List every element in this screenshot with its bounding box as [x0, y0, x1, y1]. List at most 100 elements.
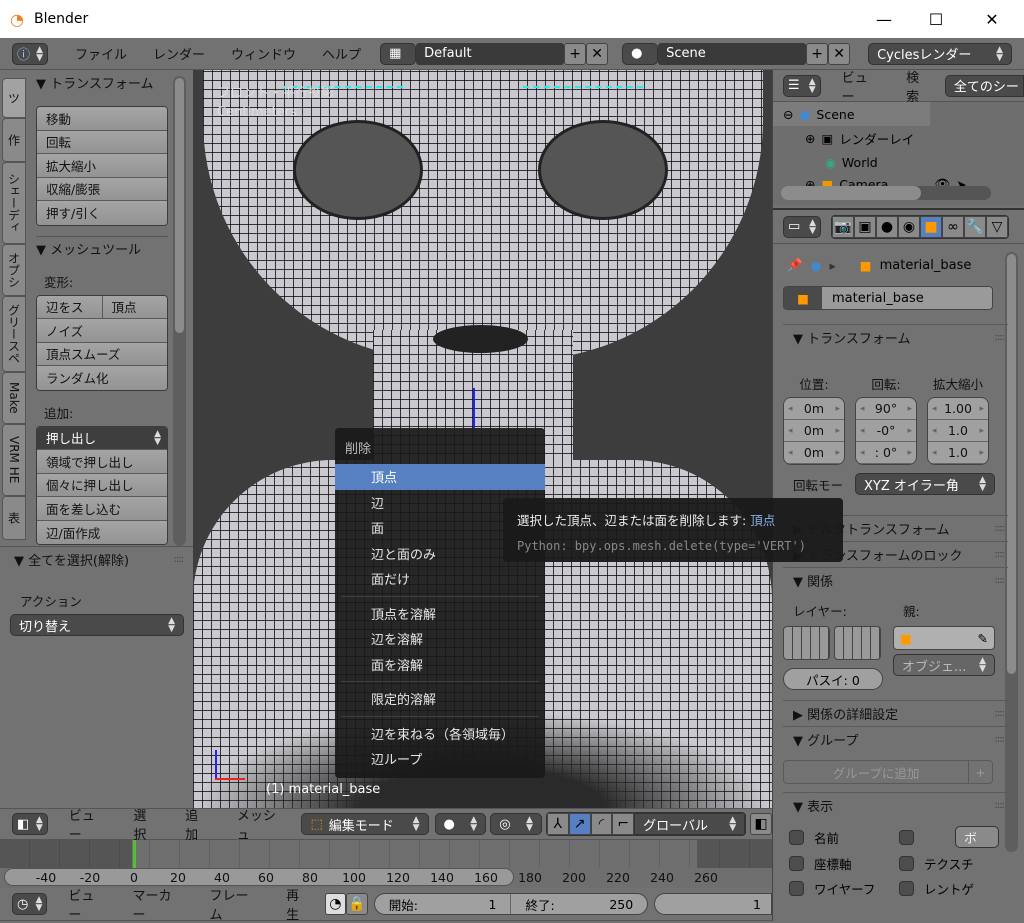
menu-mesh[interactable]: メッシュ: [224, 805, 302, 843]
scale-manipulator-icon[interactable]: ⌐: [612, 813, 635, 835]
timeline-editor-type[interactable]: ◷ ▲ ▼: [12, 893, 48, 915]
tab-tools[interactable]: ツ: [2, 78, 26, 118]
menu-item-only-faces[interactable]: 面だけ: [335, 566, 545, 592]
layout-name-field[interactable]: Default: [416, 42, 565, 65]
menu-item-edge-collapse[interactable]: 辺を束ねる（各領域毎）: [335, 721, 545, 747]
extrude-select[interactable]: 押し出し ▲ ▼: [37, 426, 167, 450]
menu-item-vertices[interactable]: 頂点: [335, 464, 545, 490]
rotate-manipulator-icon[interactable]: ◜: [590, 813, 613, 835]
layout-browse[interactable]: ▦: [380, 42, 417, 65]
layer-grid-2[interactable]: [834, 626, 881, 660]
current-frame-field[interactable]: 1: [654, 893, 772, 915]
push-pull-button[interactable]: 押す/引く: [37, 201, 167, 225]
outliner-view-menu[interactable]: ビュー: [829, 67, 894, 105]
scene-tab-icon[interactable]: ●: [876, 215, 898, 238]
location-x[interactable]: 0m: [784, 398, 844, 420]
groups-section-title[interactable]: ▼ グループ::::: [783, 726, 1008, 752]
tab-grease-pencil[interactable]: グリースペ: [2, 296, 26, 372]
minimize-button[interactable]: —: [858, 0, 910, 38]
menu-view[interactable]: ビュー: [56, 805, 121, 843]
tab-display[interactable]: 表: [2, 496, 26, 540]
menu-playback[interactable]: 再生: [273, 885, 324, 923]
make-edge-face-button[interactable]: 辺/面作成: [37, 520, 167, 544]
layout-remove-button[interactable]: ✕: [586, 42, 609, 65]
transform-section-title[interactable]: ▼ トランスフォーム::::: [783, 324, 1008, 350]
outliner-item-world[interactable]: ◉ World: [773, 150, 1024, 174]
vertex-slide-button[interactable]: 頂点: [103, 297, 168, 316]
scale-button[interactable]: 拡大縮小: [37, 154, 167, 178]
layer-grid-1[interactable]: [783, 626, 830, 660]
location-z[interactable]: 0m: [784, 442, 844, 464]
tab-shading[interactable]: シェーディ: [2, 162, 26, 244]
menu-file[interactable]: ファイル: [62, 44, 140, 63]
scene-name-field[interactable]: Scene: [658, 42, 807, 65]
data-tab-icon[interactable]: ▽: [986, 215, 1008, 238]
playhead[interactable]: [133, 840, 136, 868]
tab-make[interactable]: Make: [2, 372, 26, 424]
tab-create[interactable]: 作: [2, 118, 26, 162]
menu-select[interactable]: 選択: [120, 805, 172, 843]
layout-add-button[interactable]: +: [564, 42, 587, 65]
move-button[interactable]: 移動: [37, 107, 167, 131]
menu-item-dissolve-edges[interactable]: 辺を溶解: [335, 626, 545, 652]
collapse-icon[interactable]: ⊖: [783, 107, 793, 122]
modifiers-tab-icon[interactable]: 🔧: [964, 215, 986, 238]
world-tab-icon[interactable]: ◉: [898, 215, 920, 238]
noise-button[interactable]: ノイズ: [37, 319, 167, 343]
action-select[interactable]: 切り替え ▲ ▼: [10, 614, 184, 636]
relations-section-title[interactable]: ▼ 関係::::: [783, 567, 1008, 593]
show-xray-checkbox[interactable]: レントゲ: [899, 879, 999, 898]
object-name-field[interactable]: ■ material_base: [783, 286, 993, 310]
menu-item-limited-dissolve[interactable]: 限定的溶解: [335, 686, 545, 712]
render-layers-tab-icon[interactable]: ▣: [854, 215, 876, 238]
menu-render[interactable]: レンダー: [140, 44, 218, 63]
relations-extras-section[interactable]: ▶ 関係の詳細設定::::: [783, 700, 1008, 726]
scene-browse[interactable]: ●: [622, 42, 659, 65]
eyedropper-icon[interactable]: ✎: [978, 631, 988, 646]
add-to-group-button[interactable]: グループに追加: [784, 761, 968, 783]
scene-add-button[interactable]: +: [806, 42, 829, 65]
mesh-tools-panel-title[interactable]: ▼ メッシュツール: [36, 235, 168, 260]
edge-slide-button[interactable]: 辺をス: [37, 295, 103, 318]
scale-y[interactable]: 1.0: [928, 420, 988, 442]
pin-icon[interactable]: 📌: [787, 257, 803, 273]
render-tab-icon[interactable]: 📷: [832, 215, 854, 238]
scale-z[interactable]: 1.0: [928, 442, 988, 464]
pivot-select[interactable]: ◎ ▲ ▼: [490, 813, 542, 835]
maximize-button[interactable]: ☐: [910, 0, 962, 38]
outliner-item-renderlayers[interactable]: ⊕ ▣ レンダーレイ: [773, 126, 1024, 150]
display-section-title[interactable]: ▼ 表示::::: [783, 792, 1008, 818]
object-browse-icon[interactable]: ■: [784, 287, 822, 309]
scale-x[interactable]: 1.00: [928, 398, 988, 420]
menu-marker[interactable]: マーカー: [120, 885, 197, 923]
randomize-button[interactable]: ランダム化: [37, 366, 167, 390]
tool-shelf-scrollbar[interactable]: [173, 76, 186, 546]
editor-type-button[interactable]: ⓘ ▲ ▼: [12, 42, 48, 65]
show-bounds-checkbox[interactable]: [899, 829, 914, 845]
menu-window[interactable]: ウィンドウ: [218, 44, 309, 63]
expand-icon[interactable]: ⊕: [805, 131, 815, 146]
smooth-vertex-button[interactable]: 頂点スムーズ: [37, 342, 167, 366]
outliner-filter-select[interactable]: 全てのシー: [944, 74, 1024, 97]
render-engine-select[interactable]: Cyclesレンダー ▲ ▼: [868, 42, 1013, 65]
start-frame-field[interactable]: 開始: 1: [375, 894, 512, 914]
show-axis-checkbox[interactable]: 座標軸: [789, 854, 899, 873]
inset-faces-button[interactable]: 面を差し込む: [37, 497, 167, 521]
menu-item-edge-loops[interactable]: 辺ループ: [335, 746, 545, 772]
lock-icon[interactable]: 🔒: [346, 893, 368, 915]
rotation-x[interactable]: 90°: [856, 398, 916, 420]
add-group-plus-button[interactable]: +: [968, 761, 992, 783]
end-frame-field[interactable]: 終了: 250: [511, 894, 647, 914]
3d-editor-type[interactable]: ◧ ▲ ▼: [12, 813, 48, 835]
extrude-region-button[interactable]: 領域で押し出し: [37, 450, 167, 474]
menu-item-dissolve-faces[interactable]: 面を溶解: [335, 652, 545, 678]
menu-help[interactable]: ヘルプ: [309, 44, 374, 63]
location-y[interactable]: 0m: [784, 420, 844, 442]
parent-field[interactable]: ■ ✎: [893, 626, 995, 650]
mode-select[interactable]: ⬚ 編集モード ▲ ▼: [301, 813, 429, 835]
transform-panel-title[interactable]: ▼ トランスフォーム: [36, 70, 168, 94]
bounds-type-select[interactable]: ボ: [955, 826, 999, 848]
menu-view[interactable]: ビュー: [55, 885, 119, 923]
show-wire-checkbox[interactable]: ワイヤーフ: [789, 879, 899, 898]
rotation-y[interactable]: -0°: [856, 420, 916, 442]
